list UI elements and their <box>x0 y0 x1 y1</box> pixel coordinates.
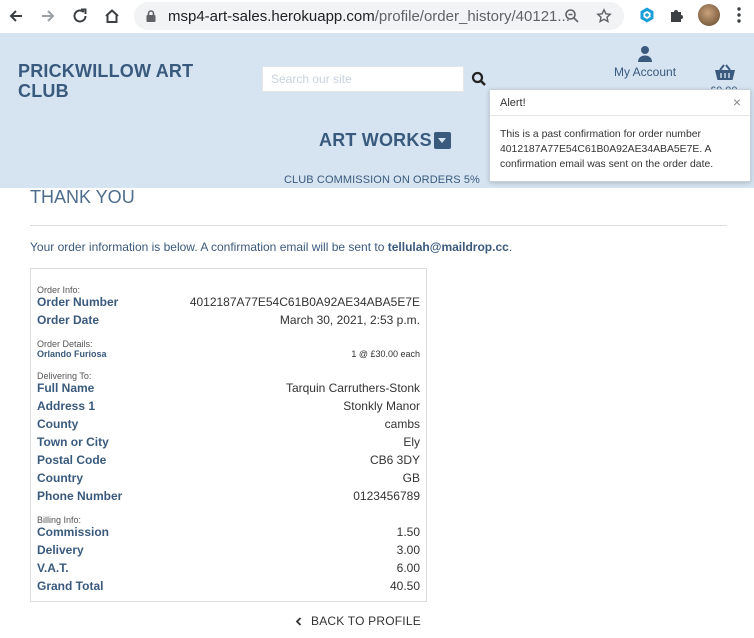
user-icon[interactable] <box>636 45 654 63</box>
toast-header: Alert! × <box>490 90 750 116</box>
address-bar[interactable]: msp4-art-sales.herokuapp.com/profile/ord… <box>134 2 624 30</box>
close-icon[interactable]: × <box>733 95 741 109</box>
toast-message: This is a past confirmation for order nu… <box>500 129 714 170</box>
alert-toast: Alert! × This is a past confirmation for… <box>489 89 751 182</box>
order-info-message: Your order information is below. A confi… <box>30 240 513 254</box>
page-title: THANK YOU <box>30 187 135 207</box>
my-account-link[interactable]: My Account <box>614 65 676 79</box>
caret-down-icon[interactable] <box>434 132 451 149</box>
search-input[interactable] <box>262 66 464 92</box>
more-menu-icon[interactable] <box>736 6 742 24</box>
star-icon[interactable] <box>596 8 612 24</box>
zoom-icon[interactable] <box>564 8 580 24</box>
brand-logo-text[interactable]: PRICKWILLOW ART CLUB <box>18 61 218 101</box>
profile-avatar[interactable] <box>698 4 720 26</box>
search-icon[interactable] <box>470 70 488 88</box>
email-address: tellulah@maildrop.cc <box>387 240 509 254</box>
url-text: msp4-art-sales.herokuapp.com/profile/ord… <box>168 8 570 25</box>
back-to-profile-link[interactable]: BACK TO PROFILE <box>311 614 421 628</box>
divider <box>30 225 727 226</box>
lock-icon <box>146 10 156 22</box>
commission-banner: CLUB COMMISSION ON ORDERS 5% <box>284 174 480 186</box>
extension-hex-icon[interactable] <box>638 6 656 24</box>
back-arrow-icon[interactable] <box>6 6 26 26</box>
reload-icon[interactable] <box>70 6 90 26</box>
home-icon[interactable] <box>102 6 122 26</box>
chevron-left-icon[interactable] <box>295 617 303 626</box>
nav-art-works[interactable]: ART WORKS <box>319 130 432 151</box>
forward-arrow-icon[interactable] <box>38 6 58 26</box>
extensions-puzzle-icon[interactable] <box>668 6 686 24</box>
basket-icon[interactable] <box>714 64 736 82</box>
toast-title: Alert! <box>500 97 526 109</box>
browser-toolbar: msp4-art-sales.herokuapp.com/profile/ord… <box>0 0 754 33</box>
order-summary-box: Order Info: Order Number 4012187A77E54C61… <box>30 268 427 602</box>
